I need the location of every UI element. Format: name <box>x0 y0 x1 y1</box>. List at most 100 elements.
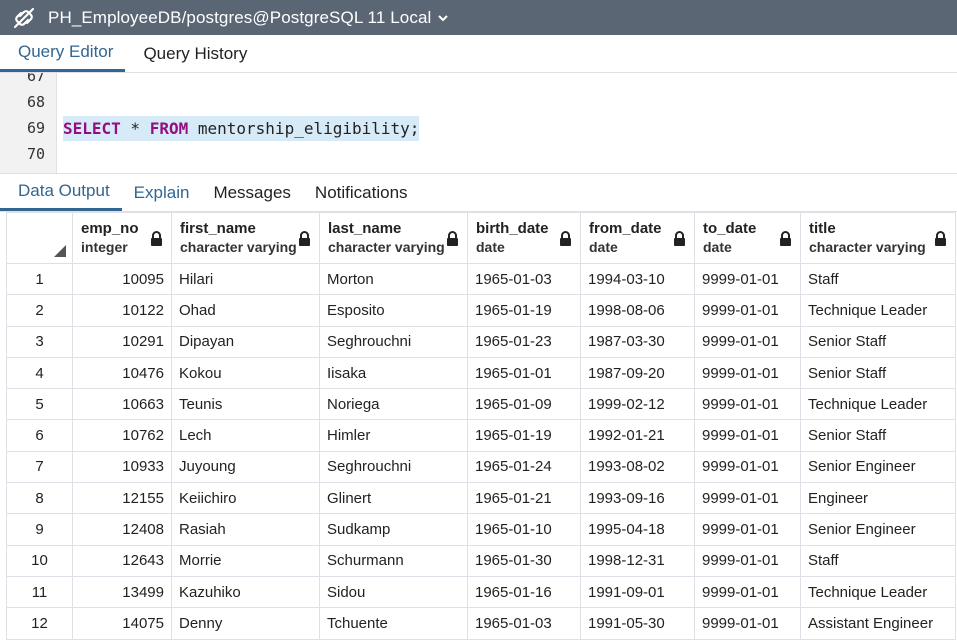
tab-messages[interactable]: Messages <box>201 174 302 211</box>
table-cell[interactable]: 1965-01-30 <box>467 544 581 577</box>
table-cell[interactable]: 10291 <box>72 325 172 358</box>
table-cell[interactable]: 9999-01-01 <box>694 482 801 515</box>
table-row[interactable]: 10 12643 Morrie Schurmann 1965-01-30 1998-12-… <box>6 544 956 577</box>
table-cell[interactable]: 1999-02-12 <box>580 388 695 421</box>
table-row[interactable]: 2 10122 Ohad Esposito 1965-01-19 1998-08-06 99… <box>6 294 956 327</box>
table-cell[interactable]: Tchuente <box>319 607 468 640</box>
row-number[interactable]: 1 <box>6 262 73 296</box>
table-cell[interactable]: 1998-12-31 <box>580 544 695 577</box>
row-number[interactable]: 5 <box>6 388 73 421</box>
tab-notifications[interactable]: Notifications <box>303 174 420 211</box>
row-number[interactable]: 2 <box>6 294 73 327</box>
table-cell[interactable]: 1965-01-01 <box>467 356 581 390</box>
table-row[interactable]: 1 10095 Hilari Morton 1965-01-03 1994-03-10 99… <box>6 262 956 296</box>
table-cell[interactable]: Himler <box>319 419 468 452</box>
tab-query-editor[interactable]: Query Editor <box>0 35 126 72</box>
column-header-from-date[interactable]: from_date date <box>580 212 695 264</box>
table-cell[interactable]: 13499 <box>72 575 172 609</box>
table-row[interactable]: 9 12408 Rasiah Sudkamp 1965-01-10 1995-04-18 9… <box>6 513 956 546</box>
select-all-corner[interactable] <box>6 212 73 264</box>
tab-data-output[interactable]: Data Output <box>0 174 122 211</box>
table-cell[interactable]: Teunis <box>171 388 320 421</box>
row-number[interactable]: 8 <box>6 482 73 515</box>
table-cell[interactable]: 1965-01-23 <box>467 325 581 358</box>
table-cell[interactable]: Glinert <box>319 482 468 515</box>
column-header-last-name[interactable]: last_name character varying <box>319 212 468 264</box>
table-cell[interactable]: 9999-01-01 <box>694 450 801 484</box>
table-cell[interactable]: Morrie <box>171 544 320 577</box>
chevron-down-icon[interactable] <box>437 12 449 24</box>
table-cell[interactable]: 1993-08-02 <box>580 450 695 484</box>
table-cell[interactable]: Staff <box>800 262 956 296</box>
table-cell[interactable]: Technique Leader <box>800 388 956 421</box>
table-cell[interactable]: Schurmann <box>319 544 468 577</box>
row-number[interactable]: 7 <box>6 450 73 484</box>
table-cell[interactable]: Noriega <box>319 388 468 421</box>
table-cell[interactable]: Seghrouchni <box>319 325 468 358</box>
table-cell[interactable]: Senior Engineer <box>800 450 956 484</box>
table-cell[interactable]: Hilari <box>171 262 320 296</box>
table-cell[interactable]: 9999-01-01 <box>694 575 801 609</box>
table-cell[interactable]: 9999-01-01 <box>694 513 801 546</box>
table-cell[interactable]: Iisaka <box>319 356 468 390</box>
table-cell[interactable]: 1965-01-03 <box>467 262 581 296</box>
table-cell[interactable]: 14075 <box>72 607 172 640</box>
table-cell[interactable]: Technique Leader <box>800 575 956 609</box>
table-cell[interactable]: Sudkamp <box>319 513 468 546</box>
table-cell[interactable]: 1965-01-24 <box>467 450 581 484</box>
column-header-emp-no[interactable]: emp_no integer <box>72 212 172 264</box>
table-cell[interactable]: 1994-03-10 <box>580 262 695 296</box>
table-cell[interactable]: Esposito <box>319 294 468 327</box>
table-cell[interactable]: 1991-05-30 <box>580 607 695 640</box>
table-cell[interactable]: 1965-01-09 <box>467 388 581 421</box>
row-number[interactable]: 10 <box>6 544 73 577</box>
table-row[interactable]: 7 10933 Juyoung Seghrouchni 1965-01-24 1993-0… <box>6 450 956 484</box>
row-number[interactable]: 9 <box>6 513 73 546</box>
connection-status-icon[interactable] <box>0 0 48 35</box>
table-cell[interactable]: 9999-01-01 <box>694 388 801 421</box>
table-cell[interactable]: 1998-08-06 <box>580 294 695 327</box>
table-row[interactable]: 8 12155 Keiichiro Glinert 1965-01-21 1993-09-… <box>6 482 956 515</box>
table-cell[interactable]: Technique Leader <box>800 294 956 327</box>
table-cell[interactable]: 1965-01-19 <box>467 419 581 452</box>
table-cell[interactable]: Denny <box>171 607 320 640</box>
tab-query-history[interactable]: Query History <box>125 35 259 72</box>
table-cell[interactable]: 10663 <box>72 388 172 421</box>
table-row[interactable]: 3 10291 Dipayan Seghrouchni 1965-01-23 1987-0… <box>6 325 956 358</box>
table-cell[interactable]: 10122 <box>72 294 172 327</box>
column-header-birth-date[interactable]: birth_date date <box>467 212 581 264</box>
table-cell[interactable]: Ohad <box>171 294 320 327</box>
table-row[interactable]: 4 10476 Kokou Iisaka 1965-01-01 1987-09-20 999… <box>6 356 956 390</box>
table-cell[interactable]: 1965-01-19 <box>467 294 581 327</box>
table-cell[interactable]: Sidou <box>319 575 468 609</box>
table-cell[interactable]: Lech <box>171 419 320 452</box>
table-cell[interactable]: Dipayan <box>171 325 320 358</box>
row-number[interactable]: 4 <box>6 356 73 390</box>
tab-explain[interactable]: Explain <box>122 174 202 211</box>
table-cell[interactable]: 1993-09-16 <box>580 482 695 515</box>
row-number[interactable]: 11 <box>6 575 73 609</box>
table-cell[interactable]: 9999-01-01 <box>694 262 801 296</box>
table-cell[interactable]: 1965-01-21 <box>467 482 581 515</box>
table-cell[interactable]: 1995-04-18 <box>580 513 695 546</box>
table-row[interactable]: 6 10762 Lech Himler 1965-01-19 1992-01-21 9999… <box>6 419 956 452</box>
table-cell[interactable]: 9999-01-01 <box>694 419 801 452</box>
table-cell[interactable]: Senior Staff <box>800 419 956 452</box>
table-cell[interactable]: 10095 <box>72 262 172 296</box>
table-cell[interactable]: 9999-01-01 <box>694 544 801 577</box>
table-cell[interactable]: Senior Engineer <box>800 513 956 546</box>
table-row[interactable]: 5 10663 Teunis Noriega 1965-01-09 1999-02-12 9… <box>6 388 956 421</box>
row-number[interactable]: 12 <box>6 607 73 640</box>
table-cell[interactable]: Engineer <box>800 482 956 515</box>
column-header-to-date[interactable]: to_date date <box>694 212 801 264</box>
column-header-title[interactable]: title character varying <box>800 212 956 264</box>
row-number[interactable]: 3 <box>6 325 73 358</box>
connection-title[interactable]: PH_EmployeeDB/postgres@PostgreSQL 11 Loc… <box>48 8 431 28</box>
table-cell[interactable]: Juyoung <box>171 450 320 484</box>
table-cell[interactable]: 1992-01-21 <box>580 419 695 452</box>
table-cell[interactable]: 10933 <box>72 450 172 484</box>
table-cell[interactable]: Senior Staff <box>800 356 956 390</box>
table-cell[interactable]: 1965-01-10 <box>467 513 581 546</box>
table-cell[interactable]: Staff <box>800 544 956 577</box>
column-header-first-name[interactable]: first_name character varying <box>171 212 320 264</box>
